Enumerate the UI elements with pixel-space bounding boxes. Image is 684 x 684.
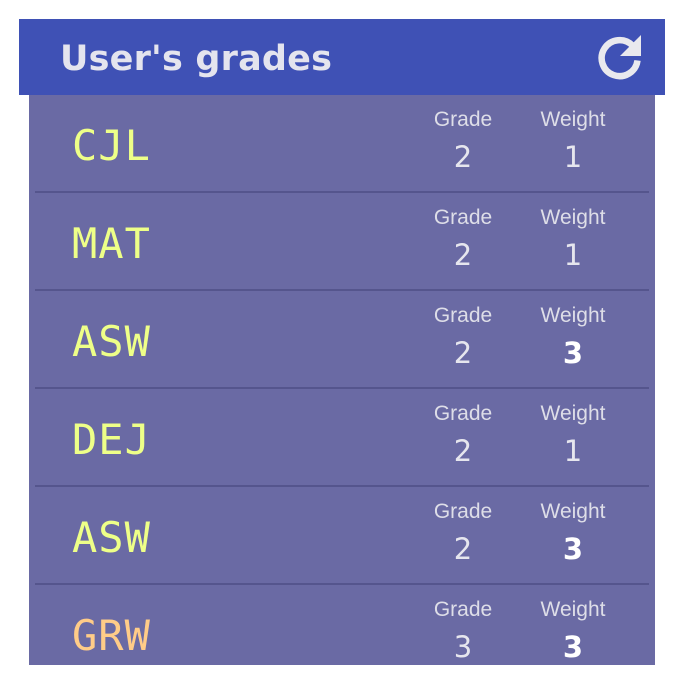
weight-column: Weight 3 [518, 499, 628, 567]
course-code: ASW [72, 317, 151, 366]
weight-value: 3 [562, 630, 584, 664]
weight-column: Weight 1 [518, 205, 628, 273]
course-code: GRW [72, 611, 151, 660]
weight-label: Weight [540, 500, 606, 523]
grade-value: 2 [453, 336, 473, 370]
weight-value: 1 [563, 434, 583, 468]
course-code: MAT [72, 219, 151, 268]
grade-label: Grade [433, 206, 493, 229]
weight-value: 3 [562, 336, 584, 370]
weight-column: Weight 3 [518, 597, 628, 665]
weight-label: Weight [540, 402, 606, 425]
weight-value: 3 [562, 532, 584, 566]
grade-value: 3 [453, 630, 473, 664]
grade-label: Grade [433, 598, 493, 621]
grade-row[interactable]: MAT Grade 2 Weight 1 [29, 193, 655, 291]
weight-label: Weight [540, 108, 606, 131]
grade-label: Grade [433, 402, 493, 425]
grade-row[interactable]: GRW Grade 3 Weight 3 [29, 585, 655, 665]
weight-column: Weight 3 [518, 303, 628, 371]
grade-column: Grade 2 [408, 107, 518, 175]
grade-row[interactable]: ASW Grade 2 Weight 3 [29, 291, 655, 389]
page-title: User's grades [60, 39, 333, 79]
weight-column: Weight 1 [518, 401, 628, 469]
weight-value: 1 [563, 238, 583, 272]
grade-value: 2 [453, 532, 473, 566]
grade-row[interactable]: DEJ Grade 2 Weight 1 [29, 389, 655, 487]
grade-column: Grade 3 [408, 597, 518, 665]
grade-value: 2 [453, 140, 473, 174]
grade-value: 2 [453, 434, 473, 468]
weight-label: Weight [540, 304, 606, 327]
refresh-icon[interactable] [592, 30, 648, 86]
grade-row[interactable]: CJL Grade 2 Weight 1 [29, 95, 655, 193]
grade-label: Grade [433, 304, 493, 327]
grade-row[interactable]: ASW Grade 2 Weight 3 [29, 487, 655, 585]
weight-value: 1 [563, 140, 583, 174]
grade-label: Grade [433, 500, 493, 523]
grades-list: CJL Grade 2 Weight 1 MAT Grade 2 Weight 1 ASW Grade… [29, 95, 655, 665]
weight-label: Weight [540, 598, 606, 621]
weight-label: Weight [540, 206, 606, 229]
app-header: User's grades [19, 19, 665, 95]
grade-label: Grade [433, 108, 493, 131]
grade-column: Grade 2 [408, 499, 518, 567]
weight-column: Weight 1 [518, 107, 628, 175]
grade-column: Grade 2 [408, 303, 518, 371]
grade-column: Grade 2 [408, 205, 518, 273]
course-code: CJL [72, 121, 151, 170]
grade-value: 2 [453, 238, 473, 272]
grade-column: Grade 2 [408, 401, 518, 469]
course-code: ASW [72, 513, 151, 562]
course-code: DEJ [72, 415, 151, 464]
